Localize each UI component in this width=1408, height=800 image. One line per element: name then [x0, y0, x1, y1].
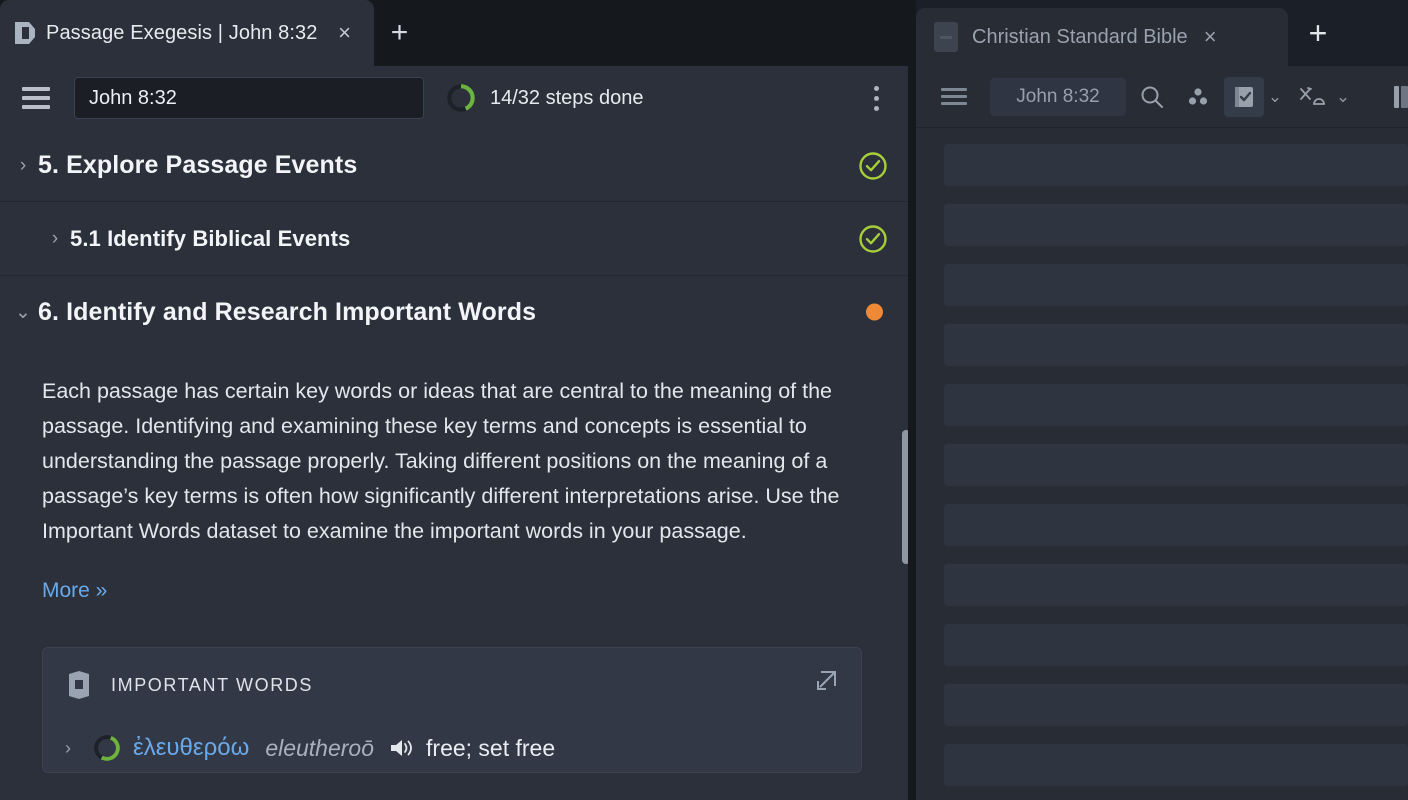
workflow-description: Each passage has certain key words or id… — [42, 379, 840, 543]
workflow-progress[interactable]: 14/32 steps done — [446, 83, 643, 113]
visual-filters-icon[interactable] — [1178, 77, 1218, 117]
loading-placeholder — [944, 384, 1408, 426]
tab-passage-exegesis[interactable]: Passage Exegesis | John 8:32 × — [0, 0, 374, 66]
logos-document-icon — [14, 21, 36, 45]
chevron-right-icon[interactable]: › — [8, 156, 38, 175]
chevron-right-icon[interactable]: › — [40, 229, 70, 248]
loading-placeholder — [944, 324, 1408, 366]
loading-placeholder — [944, 744, 1408, 786]
card-header: IMPORTANT WORDS — [65, 670, 837, 700]
status-complete-icon — [858, 224, 888, 254]
hebrew-greek-icon[interactable] — [1292, 77, 1332, 117]
tab-title: Passage Exegesis | John 8:32 — [46, 21, 318, 44]
loading-placeholder — [944, 144, 1408, 186]
loading-placeholder — [944, 504, 1408, 546]
new-tab-button[interactable]: + — [1288, 0, 1348, 66]
loading-placeholder — [944, 684, 1408, 726]
tab-christian-standard-bible[interactable]: Christian Standard Bible × — [916, 8, 1288, 66]
workflow-row-title: 6. Identify and Research Important Words — [38, 297, 537, 326]
search-icon[interactable] — [1132, 77, 1172, 117]
right-window: Christian Standard Bible × + John 8:32 ⌄… — [916, 0, 1408, 800]
important-words-card: IMPORTANT WORDS › ἐλευθερόω eleutheroō f… — [42, 647, 862, 773]
reference-value: John 8:32 — [1016, 85, 1100, 107]
loading-placeholder — [944, 444, 1408, 486]
card-title: IMPORTANT WORDS — [111, 674, 314, 695]
chevron-down-icon[interactable]: ⌄ — [1264, 87, 1286, 107]
window-divider — [908, 0, 916, 800]
right-toolbar: John 8:32 ⌄ ⌄ — [916, 66, 1408, 128]
gloss: free; set free — [426, 734, 556, 761]
left-toolbar: John 8:32 14/32 steps done — [0, 66, 916, 130]
dataset-cube-icon — [65, 670, 93, 700]
left-tabstrip: Passage Exegesis | John 8:32 × + — [0, 0, 916, 66]
close-icon[interactable]: × — [332, 20, 358, 46]
progress-ring-icon — [446, 83, 476, 113]
tab-title: Christian Standard Bible — [972, 25, 1188, 48]
status-complete-icon — [858, 151, 888, 181]
workflow-row-6[interactable]: ⌄ 6. Identify and Research Important Wor… — [0, 276, 916, 348]
workflow-row-5-1[interactable]: › 5.1 Identify Biblical Events — [0, 202, 916, 276]
workflow-panel: › 5. Explore Passage Events › 5.1 Identi… — [0, 130, 916, 800]
loading-placeholder — [944, 204, 1408, 246]
speaker-icon[interactable] — [388, 736, 414, 760]
workflow-row-title: 5.1 Identify Biblical Events — [70, 225, 351, 251]
book-check-icon[interactable] — [1224, 76, 1264, 117]
new-tab-button[interactable]: + — [374, 0, 426, 66]
book-icon — [934, 22, 958, 52]
loading-placeholder — [944, 564, 1408, 606]
loading-placeholder — [944, 624, 1408, 666]
kebab-menu-icon[interactable] — [864, 83, 888, 113]
greek-lemma[interactable]: ἐλευθερόω — [133, 734, 249, 762]
close-icon[interactable]: × — [1204, 26, 1217, 48]
status-in-progress-icon — [866, 303, 883, 321]
reference-input[interactable]: John 8:32 — [74, 77, 424, 119]
app-screen: Passage Exegesis | John 8:32 × + John 8:… — [0, 0, 1408, 800]
progress-label: 14/32 steps done — [490, 86, 644, 109]
hamburger-menu-icon[interactable] — [14, 76, 58, 120]
hamburger-menu-icon[interactable] — [934, 77, 974, 117]
loading-placeholder — [944, 264, 1408, 306]
transliteration: eleutheroō — [265, 734, 375, 761]
pop-out-icon[interactable] — [813, 668, 839, 694]
chevron-right-icon[interactable]: › — [65, 738, 93, 759]
reference-value: John 8:32 — [89, 86, 177, 109]
split-panel-icon[interactable] — [1392, 78, 1408, 116]
progress-ring-icon — [93, 734, 121, 762]
left-window: Passage Exegesis | John 8:32 × + John 8:… — [0, 0, 916, 800]
chevron-down-icon[interactable]: ⌄ — [1332, 87, 1354, 107]
chevron-down-icon[interactable]: ⌄ — [8, 303, 38, 322]
important-word-row[interactable]: › ἐλευθερόω eleutheroō free; set free — [65, 734, 837, 762]
bible-text-panel[interactable] — [916, 128, 1408, 800]
right-tabstrip: Christian Standard Bible × + — [916, 0, 1408, 66]
reference-input[interactable]: John 8:32 — [990, 77, 1126, 116]
more-link[interactable]: More » — [0, 549, 916, 603]
workflow-row-title: 5. Explore Passage Events — [38, 151, 358, 179]
workflow-row-5[interactable]: › 5. Explore Passage Events — [0, 130, 916, 202]
